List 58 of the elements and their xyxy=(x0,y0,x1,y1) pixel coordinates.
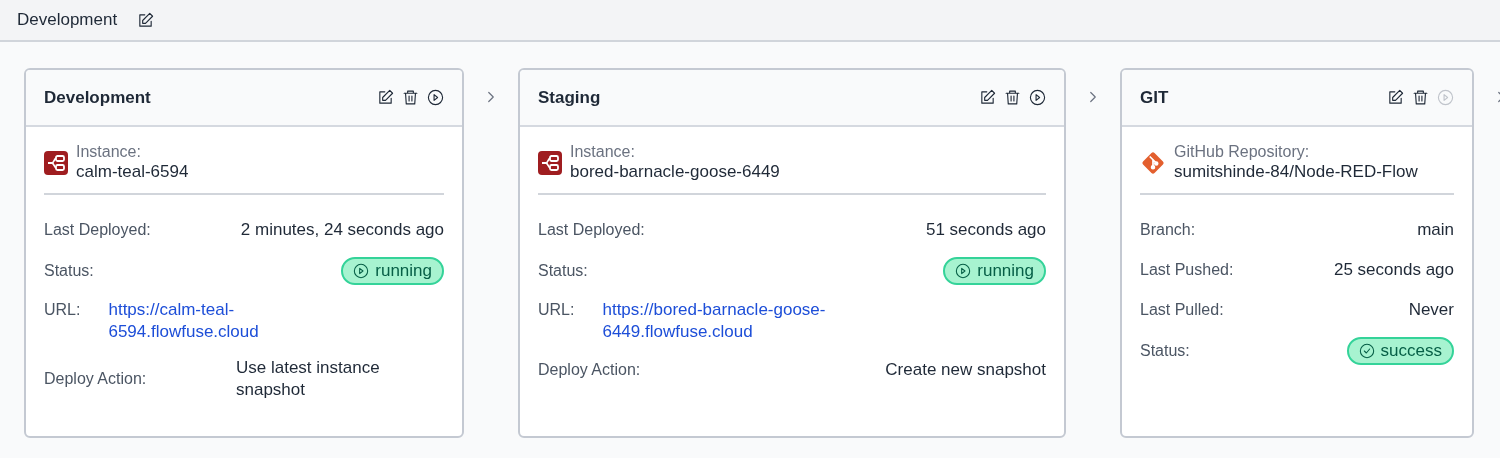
delete-button[interactable] xyxy=(1004,89,1021,106)
field-value: Use latest instance snapshot xyxy=(236,357,381,401)
field-label: Last Deployed: xyxy=(44,220,151,240)
edit-icon xyxy=(979,89,996,106)
play-icon xyxy=(353,263,370,279)
field-label: Last Pushed: xyxy=(1140,260,1234,280)
trash-icon xyxy=(1004,89,1021,106)
check-circle-icon xyxy=(1358,343,1375,359)
play-icon xyxy=(1437,89,1454,106)
flow-node-icon xyxy=(538,151,562,175)
field-label: Status: xyxy=(1140,341,1190,361)
status-badge: success xyxy=(1346,337,1454,365)
field-label: Deploy Action: xyxy=(44,369,147,389)
source-label: GitHub Repository: xyxy=(1174,143,1311,161)
source-value: sumitshinde-84/Node-RED-Flow xyxy=(1174,161,1418,183)
field-value: Never xyxy=(1408,299,1454,321)
trash-icon xyxy=(1412,89,1429,106)
trash-icon xyxy=(402,89,419,106)
field-value: Create new snapshot xyxy=(885,359,1046,381)
instance-link[interactable]: https://bored-barnacle-goose-6449.flowfuse.cloud xyxy=(602,299,857,343)
field-value: 25 seconds ago xyxy=(1333,259,1454,281)
run-button[interactable] xyxy=(427,89,444,106)
delete-button[interactable] xyxy=(402,89,419,106)
play-icon xyxy=(955,263,972,279)
field-label: URL: xyxy=(538,300,575,320)
flow-node-icon xyxy=(44,151,68,175)
field-value: 51 seconds ago xyxy=(925,219,1046,241)
edit-icon xyxy=(1387,89,1404,106)
play-icon xyxy=(427,89,444,106)
field-label: Status: xyxy=(44,261,94,281)
source-label: Instance: xyxy=(76,143,142,161)
stage-title: GIT xyxy=(1140,87,1169,108)
field-label: Status: xyxy=(538,261,588,281)
source-label: Instance: xyxy=(570,143,636,161)
edit-icon xyxy=(137,11,155,29)
field-label: Last Pulled: xyxy=(1140,300,1224,320)
status-badge: running xyxy=(943,257,1046,285)
stage-title: Staging xyxy=(538,87,601,108)
delete-button[interactable] xyxy=(1412,89,1429,106)
source-value: calm-teal-6594 xyxy=(76,161,189,183)
field-value: main xyxy=(1417,219,1454,241)
field-label: URL: xyxy=(44,300,81,320)
edit-button[interactable] xyxy=(377,89,394,106)
source-value: bored-barnacle-goose-6449 xyxy=(570,161,780,183)
field-label: Branch: xyxy=(1140,220,1196,240)
run-button[interactable] xyxy=(1029,89,1046,106)
edit-button[interactable] xyxy=(979,89,996,106)
instance-link[interactable]: https://calm-teal-6594.flowfuse.cloud xyxy=(108,299,309,343)
status-badge: running xyxy=(341,257,444,285)
play-icon xyxy=(1029,89,1046,106)
stage-title: Development xyxy=(44,87,151,108)
page-title: Development xyxy=(17,10,118,30)
field-value: 2 minutes, 24 seconds ago xyxy=(240,219,444,241)
edit-button[interactable] xyxy=(137,11,155,29)
edit-button[interactable] xyxy=(1387,89,1404,106)
field-label: Deploy Action: xyxy=(538,360,641,380)
edit-icon xyxy=(377,89,394,106)
field-label: Last Deployed: xyxy=(538,220,645,240)
